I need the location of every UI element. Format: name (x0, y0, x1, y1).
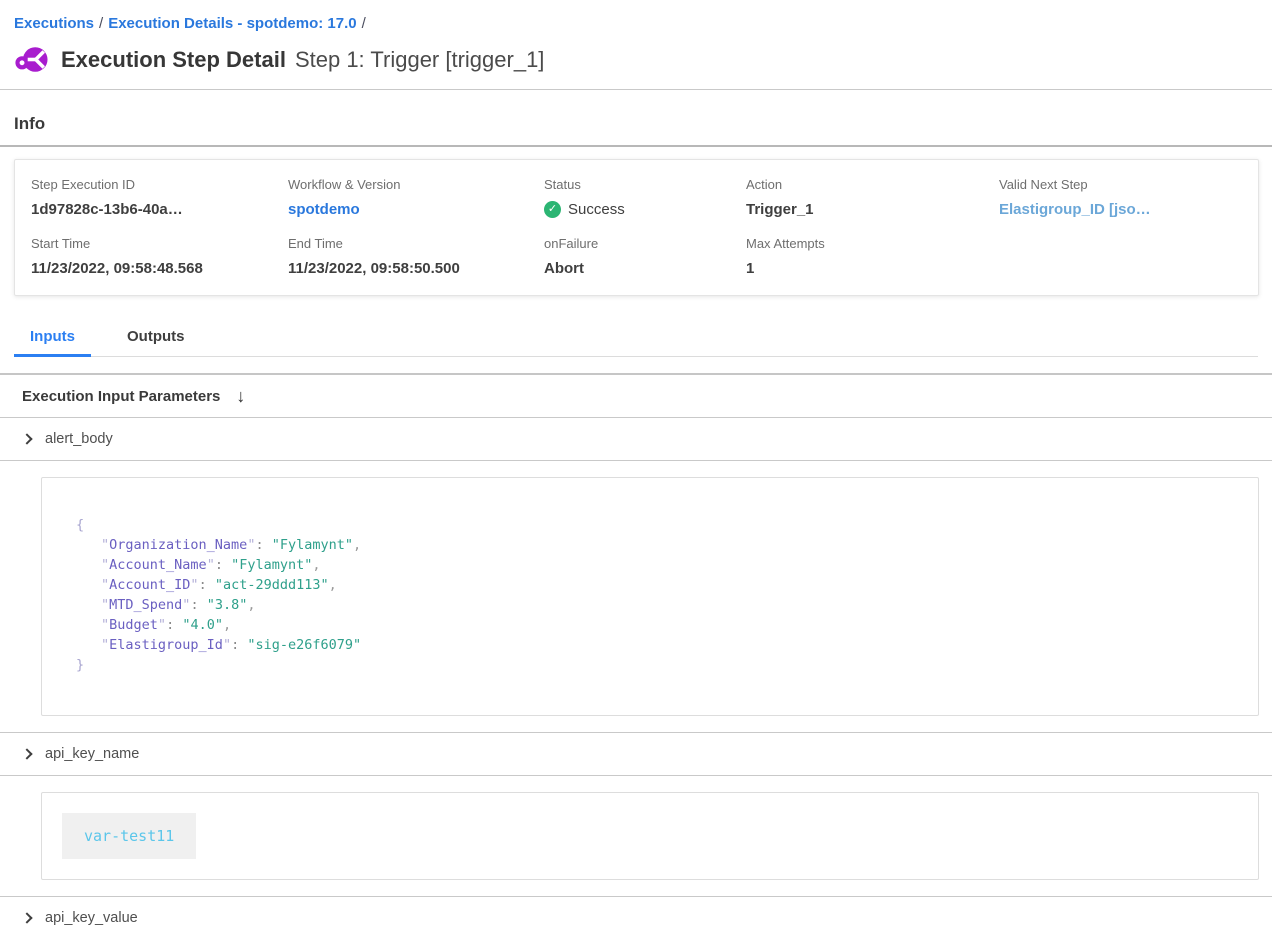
divider (0, 89, 1272, 90)
field-valid-next-step: Valid Next Step Elastigroup_ID [jso… (999, 177, 1242, 218)
valid-next-step-link[interactable]: Elastigroup_ID [jso… (999, 201, 1242, 218)
breadcrumb-separator: / (94, 15, 108, 32)
field-value: 1d97828c-13b6-40a… (31, 201, 288, 218)
divider (0, 460, 1272, 461)
json-viewer: {"Organization_Name": "Fylamynt","Accoun… (76, 515, 1238, 675)
expander-api-key-value[interactable]: api_key_value (14, 897, 1258, 939)
status-badge: ✓ Success (544, 201, 746, 218)
field-label: Status (544, 177, 746, 192)
page-subtitle: Step 1: Trigger [trigger_1] (295, 47, 544, 72)
breadcrumb-link-execution-details[interactable]: Execution Details - spotdemo: 17.0 (108, 15, 356, 32)
divider (0, 775, 1272, 776)
field-label: End Time (288, 236, 544, 251)
field-label: onFailure (544, 236, 746, 251)
fylamynt-logo-icon (14, 44, 48, 75)
field-label: Valid Next Step (999, 177, 1242, 192)
divider (0, 145, 1272, 147)
page-title: Execution Step Detail (61, 47, 286, 72)
chevron-right-icon (21, 912, 32, 923)
tabbar: Inputs Outputs (14, 321, 1258, 357)
breadcrumb-link-executions[interactable]: Executions (14, 15, 94, 32)
expander-label: alert_body (45, 431, 113, 447)
breadcrumb: Executions/Execution Details - spotdemo:… (0, 0, 1272, 32)
field-value: Abort (544, 260, 746, 277)
field-label: Action (746, 177, 999, 192)
api-key-name-value: var-test11 (62, 813, 196, 859)
field-label: Max Attempts (746, 236, 999, 251)
field-step-execution-id: Step Execution ID 1d97828c-13b6-40a… (31, 177, 288, 218)
page-header: Execution Step Detail Step 1: Trigger [tr… (14, 44, 1258, 75)
field-workflow-version: Workflow & Version spotdemo (288, 177, 544, 218)
field-label: Step Execution ID (31, 177, 288, 192)
tab-inputs[interactable]: Inputs (14, 321, 91, 356)
check-circle-icon: ✓ (544, 201, 561, 218)
field-value: Trigger_1 (746, 201, 999, 218)
expander-alert-body[interactable]: alert_body (14, 418, 1258, 460)
field-status: Status ✓ Success (544, 177, 746, 218)
field-label: Start Time (31, 236, 288, 251)
field-value: 1 (746, 260, 999, 277)
expander-api-key-name[interactable]: api_key_name (14, 733, 1258, 775)
params-header: Execution Input Parameters ↓ (14, 375, 1258, 417)
field-end-time: End Time 11/23/2022, 09:58:50.500 (288, 236, 544, 277)
api-key-name-content-box: var-test11 (41, 792, 1259, 880)
field-action: Action Trigger_1 (746, 177, 999, 218)
page-title-group: Execution Step Detail Step 1: Trigger [tr… (61, 47, 544, 73)
arrow-down-icon[interactable]: ↓ (236, 387, 245, 405)
field-value: 11/23/2022, 09:58:48.568 (31, 260, 288, 277)
field-on-failure: onFailure Abort (544, 236, 746, 277)
field-start-time: Start Time 11/23/2022, 09:58:48.568 (31, 236, 288, 277)
params-header-label: Execution Input Parameters (22, 388, 220, 405)
field-value: 11/23/2022, 09:58:50.500 (288, 260, 544, 277)
info-heading: Info (14, 114, 1258, 134)
tab-outputs[interactable]: Outputs (105, 321, 207, 356)
expander-label: api_key_value (45, 910, 138, 926)
alert-body-content-box: {"Organization_Name": "Fylamynt","Accoun… (41, 477, 1259, 716)
workflow-link[interactable]: spotdemo (288, 201, 544, 218)
empty-cell (999, 236, 1242, 277)
chevron-right-icon (21, 433, 32, 444)
breadcrumb-separator: / (357, 15, 371, 32)
field-label: Workflow & Version (288, 177, 544, 192)
status-text: Success (568, 201, 625, 218)
field-max-attempts: Max Attempts 1 (746, 236, 999, 277)
expander-label: api_key_name (45, 746, 139, 762)
info-card: Step Execution ID 1d97828c-13b6-40a… Wor… (14, 159, 1259, 296)
chevron-right-icon (21, 748, 32, 759)
